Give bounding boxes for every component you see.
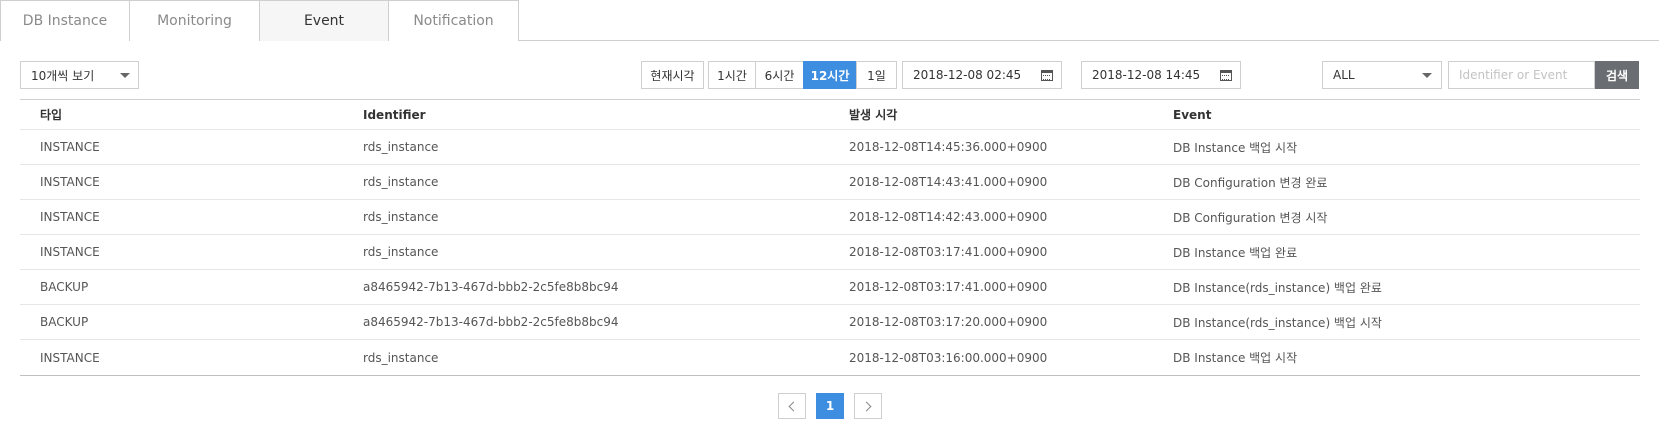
range-6h-button[interactable]: 6시간: [755, 61, 804, 89]
cell-identifier: a8465942-7b13-467d-bbb2-2c5fe8b8bc94: [363, 280, 619, 294]
table-row[interactable]: INSTANCE rds_instance 2018-12-08T03:16:0…: [20, 340, 1640, 375]
range-1d-button[interactable]: 1일: [856, 61, 897, 89]
cell-identifier: rds_instance: [363, 140, 439, 154]
cell-type: INSTANCE: [40, 140, 100, 154]
cell-event: DB Instance(rds_instance) 백업 시작: [1173, 315, 1382, 330]
chevron-down-icon: [120, 73, 130, 78]
search-button[interactable]: 검색: [1595, 61, 1639, 89]
table-row[interactable]: INSTANCE rds_instance 2018-12-08T14:43:4…: [20, 165, 1640, 200]
cell-identifier: rds_instance: [363, 350, 439, 365]
tab-db-instance[interactable]: DB Instance: [0, 0, 130, 41]
date-from-value: 2018-12-08 02:45: [913, 68, 1022, 82]
chevron-left-icon: [788, 401, 799, 411]
cell-time: 2018-12-08T03:17:20.000+0900: [849, 315, 1048, 329]
cell-identifier: a8465942-7b13-467d-bbb2-2c5fe8b8bc94: [363, 315, 619, 329]
table-row[interactable]: INSTANCE rds_instance 2018-12-08T03:17:4…: [20, 235, 1640, 270]
date-to-field[interactable]: 2018-12-08 14:45: [1081, 61, 1241, 89]
cell-time: 2018-12-08T03:17:41.000+0900: [849, 245, 1048, 259]
cell-time: 2018-12-08T14:42:43.000+0900: [849, 210, 1048, 224]
cell-type: INSTANCE: [40, 210, 100, 224]
type-filter-select[interactable]: ALL: [1322, 61, 1442, 89]
cell-type: BACKUP: [40, 280, 89, 294]
table-header: 타입 Identifier 발생 시각 Event: [20, 100, 1640, 130]
tab-event[interactable]: Event: [259, 0, 389, 41]
cell-event: DB Configuration 변경 완료: [1173, 175, 1328, 190]
table-row[interactable]: INSTANCE rds_instance 2018-12-08T14:45:3…: [20, 130, 1640, 165]
chevron-down-icon: [1422, 73, 1432, 78]
cell-identifier: rds_instance: [363, 210, 439, 224]
cell-time: 2018-12-08T14:45:36.000+0900: [849, 140, 1048, 154]
page-size-select[interactable]: 10개씩 보기: [20, 61, 139, 89]
header-type: 타입: [40, 108, 63, 122]
cell-identifier: rds_instance: [363, 175, 439, 189]
cell-type: INSTANCE: [40, 245, 100, 259]
search-input[interactable]: [1448, 61, 1595, 89]
prev-page-button[interactable]: [778, 393, 806, 419]
cell-event: DB Instance 백업 완료: [1173, 245, 1298, 260]
cell-type: INSTANCE: [40, 350, 100, 365]
table-row[interactable]: BACKUP a8465942-7b13-467d-bbb2-2c5fe8b8b…: [20, 270, 1640, 305]
cell-time: 2018-12-08T03:16:00.000+0900: [849, 350, 1048, 365]
cell-event: DB Instance 백업 시작: [1173, 140, 1298, 155]
tab-notification[interactable]: Notification: [388, 0, 519, 41]
cell-type: INSTANCE: [40, 175, 100, 189]
current-time-button[interactable]: 현재시각: [641, 61, 704, 89]
header-time: 발생 시각: [849, 108, 898, 122]
cell-event: DB Configuration 변경 시작: [1173, 210, 1328, 225]
chevron-right-icon: [861, 401, 872, 411]
date-to-value: 2018-12-08 14:45: [1092, 68, 1201, 82]
tab-monitoring[interactable]: Monitoring: [129, 0, 260, 41]
cell-event: DB Instance(rds_instance) 백업 완료: [1173, 280, 1382, 295]
cell-type: BACKUP: [40, 315, 89, 329]
table-row[interactable]: INSTANCE rds_instance 2018-12-08T14:42:4…: [20, 200, 1640, 235]
calendar-icon[interactable]: [1041, 70, 1053, 81]
tab-bar: DB Instance Monitoring Event Notificatio…: [0, 0, 1659, 41]
header-identifier: Identifier: [363, 107, 426, 122]
calendar-icon[interactable]: [1220, 70, 1232, 81]
header-event: Event: [1173, 107, 1212, 122]
cell-time: 2018-12-08T03:17:41.000+0900: [849, 280, 1048, 294]
next-page-button[interactable]: [854, 393, 882, 419]
range-12h-button[interactable]: 12시간: [803, 61, 857, 89]
page-size-label: 10개씩 보기: [31, 68, 95, 83]
cell-identifier: rds_instance: [363, 245, 439, 259]
type-filter-value: ALL: [1333, 68, 1355, 82]
range-1h-button[interactable]: 1시간: [708, 61, 756, 89]
date-from-field[interactable]: 2018-12-08 02:45: [902, 61, 1062, 89]
events-table: 타입 Identifier 발생 시각 Event INSTANCE rds_i…: [20, 99, 1640, 376]
cell-event: DB Instance 백업 시작: [1173, 351, 1298, 365]
page-1-button[interactable]: 1: [816, 393, 844, 419]
table-row[interactable]: BACKUP a8465942-7b13-467d-bbb2-2c5fe8b8b…: [20, 305, 1640, 340]
cell-time: 2018-12-08T14:43:41.000+0900: [849, 175, 1048, 189]
